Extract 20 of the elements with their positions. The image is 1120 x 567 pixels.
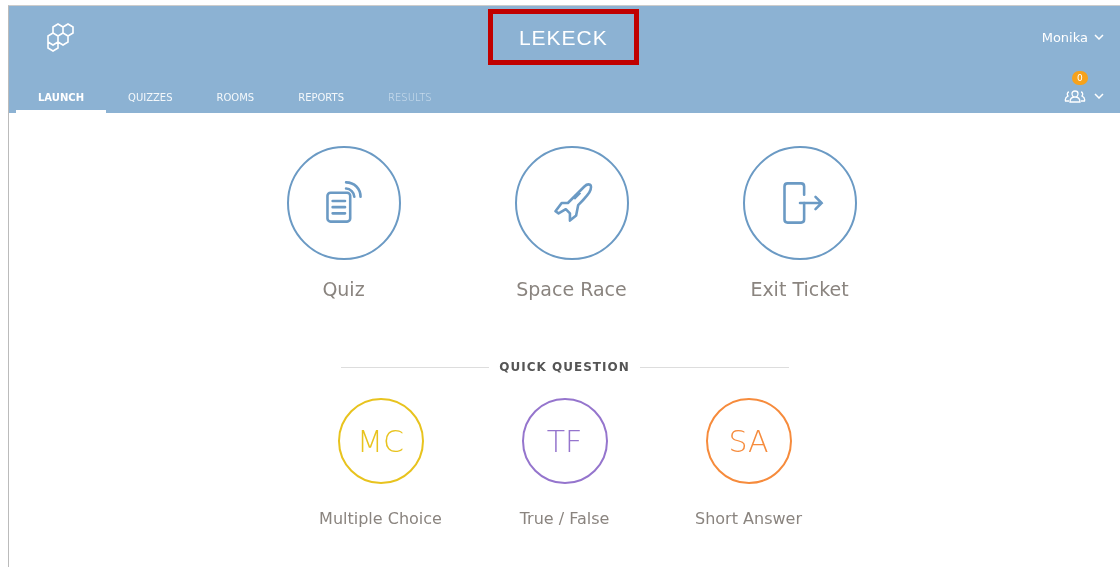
question-type-label: True / False	[519, 509, 610, 528]
room-name: LEKECK	[487, 9, 639, 65]
question-type-button[interactable]: MC	[337, 398, 424, 484]
nav-tab[interactable]: REPORTS	[276, 92, 367, 113]
question-type-button[interactable]: TF	[521, 398, 608, 484]
chevron-down-icon	[1094, 34, 1104, 40]
section-heading: QUICK QUESTION	[499, 360, 630, 374]
chevron-down-icon[interactable]	[1094, 93, 1104, 99]
nav-tab[interactable]: QUIZZES	[106, 92, 195, 113]
question-type-label: Multiple Choice	[319, 509, 442, 528]
user-menu[interactable]: Monika	[1041, 29, 1104, 45]
question-type-label: Short Answer	[695, 509, 802, 528]
count-badge: 0	[1072, 71, 1088, 85]
nav-tab[interactable]: LAUNCH	[16, 92, 106, 113]
launch-label: Space Race	[516, 278, 627, 300]
launch-label: Quiz	[322, 278, 365, 300]
nav-tab[interactable]: ROOMS	[194, 92, 277, 113]
launch-label: Exit Ticket	[750, 278, 849, 300]
question-type-button[interactable]: SA	[705, 398, 792, 484]
people-icon[interactable]	[1064, 89, 1086, 103]
